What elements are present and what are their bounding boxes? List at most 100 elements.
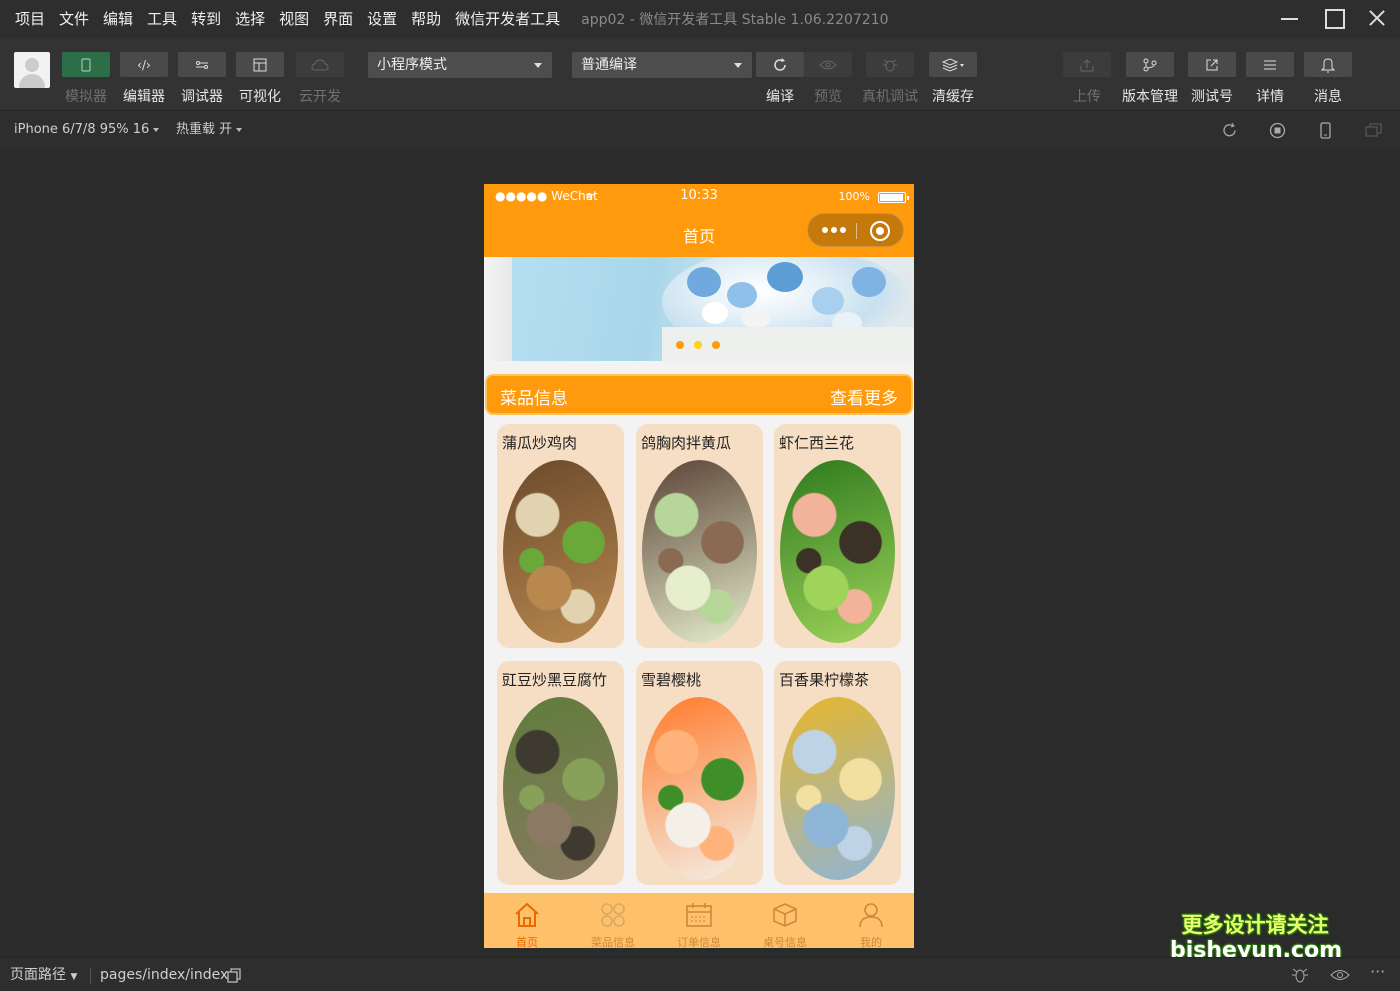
tab-orders[interactable]: 订单信息 xyxy=(656,893,742,948)
dish-image xyxy=(780,460,895,643)
branch-icon xyxy=(1126,52,1174,77)
avatar[interactable] xyxy=(14,52,50,88)
more-icon[interactable]: ··· xyxy=(1370,962,1385,981)
dish-card[interactable]: 蒲瓜炒鸡肉 xyxy=(497,424,624,648)
external-link-icon xyxy=(1188,52,1236,77)
dish-image xyxy=(503,460,618,643)
dish-image xyxy=(642,697,757,880)
device-select-value: iPhone 6/7/8 95% 16 xyxy=(14,122,150,137)
tool-details[interactable]: 详情 xyxy=(1246,52,1294,106)
tool-visual-label: 可视化 xyxy=(239,89,281,105)
phone-icon xyxy=(62,52,110,77)
debug-icon xyxy=(178,52,226,77)
dish-card[interactable]: 雪碧樱桃 xyxy=(636,661,763,885)
bug-icon xyxy=(866,52,914,77)
tab-home[interactable]: 首页 xyxy=(484,893,570,948)
menu-settings[interactable]: 设置 xyxy=(360,0,404,38)
chevron-down-icon xyxy=(153,127,160,132)
hot-reload-toggle[interactable]: 热重载 开 xyxy=(176,111,243,149)
section-header: 菜品信息 查看更多 xyxy=(485,374,913,415)
close-icon[interactable] xyxy=(1356,0,1400,38)
tab-mine[interactable]: 我的 xyxy=(828,893,914,948)
mode-select[interactable]: 小程序模式 xyxy=(368,52,552,78)
dish-name: 百香果柠檬茶 xyxy=(779,671,870,689)
capsule-divider xyxy=(856,223,857,239)
bug-icon[interactable] xyxy=(1291,966,1309,984)
code-icon: ‹/› xyxy=(120,52,168,77)
detach-window-icon[interactable] xyxy=(1365,122,1382,139)
hot-reload-value: 热重载 开 xyxy=(176,122,233,137)
menu-goto[interactable]: 转到 xyxy=(184,0,228,38)
menu-interface[interactable]: 界面 xyxy=(316,0,360,38)
menu-help[interactable]: 帮助 xyxy=(404,0,448,38)
tool-remote-debug[interactable]: 真机调试 xyxy=(862,52,918,106)
indicator-dot[interactable] xyxy=(676,341,684,349)
tool-cloud[interactable]: 云开发 xyxy=(296,52,344,106)
dish-image xyxy=(503,697,618,880)
tab-tables[interactable]: 桌号信息 xyxy=(742,893,828,948)
menu-project[interactable]: 项目 xyxy=(0,0,52,38)
tool-editor[interactable]: ‹/› 编辑器 xyxy=(120,52,168,106)
box-icon xyxy=(773,903,797,927)
more-icon[interactable] xyxy=(822,227,846,233)
page-path-label-text: 页面路径 xyxy=(10,967,66,983)
minimize-icon[interactable] xyxy=(1268,0,1312,38)
eye-icon[interactable] xyxy=(1330,969,1350,981)
layers-icon xyxy=(929,52,977,77)
page-path-label[interactable]: 页面路径 ▼ xyxy=(10,958,77,991)
dish-card[interactable]: 豇豆炒黑豆腐竹 xyxy=(497,661,624,885)
menu-tools[interactable]: 工具 xyxy=(140,0,184,38)
divider xyxy=(90,968,91,984)
menu-icon xyxy=(1246,52,1294,77)
chevron-down-icon xyxy=(534,63,542,68)
eye-icon xyxy=(804,52,852,77)
banner-swiper[interactable] xyxy=(484,257,914,361)
tool-preview[interactable]: 预览 xyxy=(804,52,852,106)
dish-card[interactable]: 鸽胸肉拌黄瓜 xyxy=(636,424,763,648)
tool-visual[interactable]: 可视化 xyxy=(236,52,284,106)
window-controls xyxy=(1268,0,1400,38)
copy-icon[interactable] xyxy=(227,968,241,983)
menu-edit[interactable]: 编辑 xyxy=(96,0,140,38)
phone-nav-bar: 首页 xyxy=(484,210,914,257)
mode-select-value: 小程序模式 xyxy=(377,57,447,73)
dish-card[interactable]: 虾仁西兰花 xyxy=(774,424,901,648)
close-miniprogram-icon[interactable] xyxy=(870,221,890,241)
tool-messages[interactable]: 消息 xyxy=(1304,52,1352,106)
layout-icon xyxy=(236,52,284,77)
section-title: 菜品信息 xyxy=(500,389,568,409)
status-bar: 页面路径 ▼ pages/index/index ··· xyxy=(0,957,1400,991)
tool-simulator[interactable]: 模拟器 xyxy=(62,52,110,106)
dish-card[interactable]: 百香果柠檬茶 xyxy=(774,661,901,885)
maximize-icon[interactable] xyxy=(1312,0,1356,38)
tool-clear-cache[interactable]: 清缓存 xyxy=(929,52,977,106)
menu-file[interactable]: 文件 xyxy=(52,0,96,38)
indicator-dot-active[interactable] xyxy=(694,341,702,349)
dish-image xyxy=(780,697,895,880)
compile-select[interactable]: 普通编译 xyxy=(572,52,752,78)
tool-cloud-label: 云开发 xyxy=(299,89,341,105)
tab-label: 菜品信息 xyxy=(591,936,635,948)
tab-label: 我的 xyxy=(860,936,882,948)
device-select[interactable]: iPhone 6/7/8 95% 16 xyxy=(14,111,160,149)
tab-label: 桌号信息 xyxy=(763,936,807,948)
rotate-icon[interactable] xyxy=(1221,122,1238,139)
compile-select-value: 普通编译 xyxy=(581,57,637,73)
tab-dishes[interactable]: 菜品信息 xyxy=(570,893,656,948)
user-icon xyxy=(859,903,883,928)
tool-version[interactable]: 版本管理 xyxy=(1122,52,1178,106)
phone-icon[interactable] xyxy=(1317,122,1334,139)
stop-record-icon[interactable] xyxy=(1269,122,1286,139)
menu-wechat-devtools[interactable]: 微信开发者工具 xyxy=(448,0,567,38)
tool-debugger[interactable]: 调试器 xyxy=(178,52,226,106)
view-more-link[interactable]: 查看更多 xyxy=(830,384,898,409)
battery-icon xyxy=(878,192,909,203)
tool-remote-debug-label: 真机调试 xyxy=(862,89,918,105)
indicator-dot[interactable] xyxy=(712,341,720,349)
menu-select[interactable]: 选择 xyxy=(228,0,272,38)
tool-test-account[interactable]: 测试号 xyxy=(1188,52,1236,106)
chevron-down-icon: ▼ xyxy=(70,972,78,982)
menu-view[interactable]: 视图 xyxy=(272,0,316,38)
banner-indicators xyxy=(676,341,720,349)
tool-upload[interactable]: 上传 xyxy=(1063,52,1111,106)
